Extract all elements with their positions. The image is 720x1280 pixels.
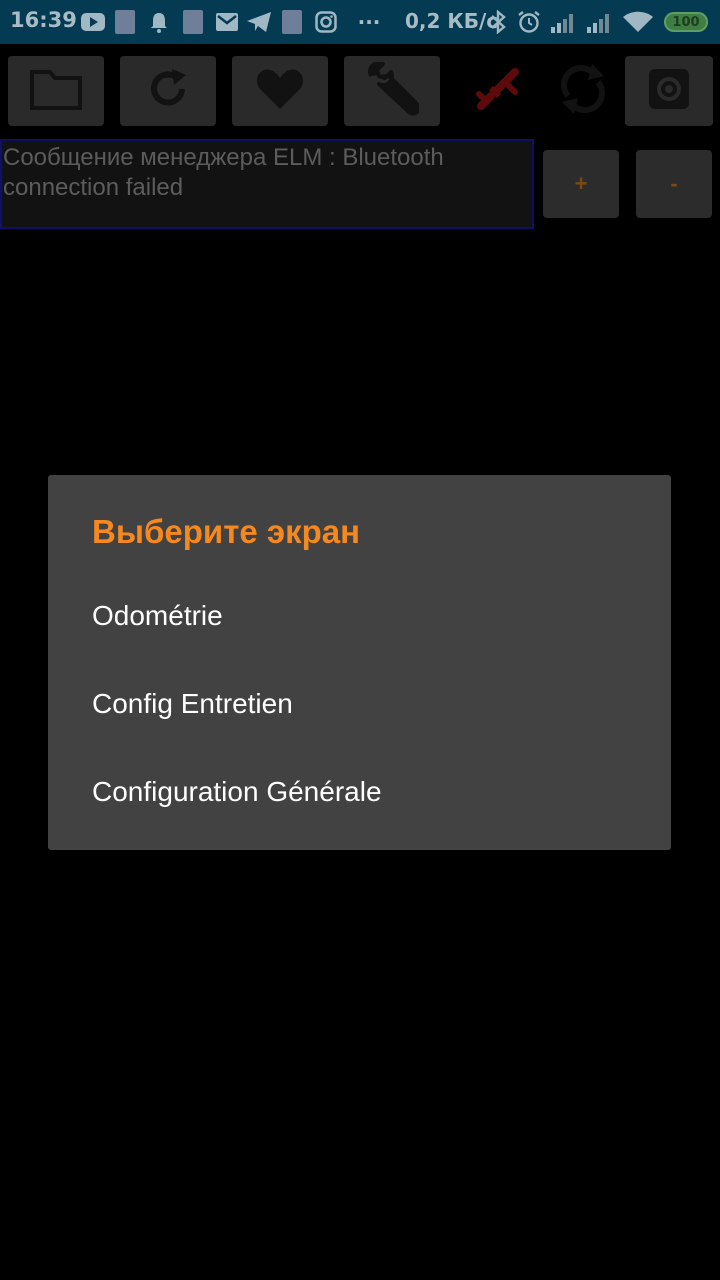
wrench-icon	[365, 61, 421, 120]
select-screen-dialog: Выберите экран Odométrie Config Entretie…	[48, 475, 671, 850]
clock: 16:39	[10, 8, 77, 32]
app-badge-icon	[182, 10, 204, 34]
connection-status-button[interactable]	[450, 56, 546, 126]
refresh-button[interactable]	[120, 56, 216, 126]
dialog-title: Выберите экран	[92, 513, 361, 550]
signal-icon	[550, 10, 578, 34]
sync-button[interactable]	[535, 56, 631, 126]
app-badge-icon	[114, 10, 136, 34]
elm-message-text: Сообщение менеджера ELM : Bluetooth conn…	[3, 144, 444, 201]
dialog-item-configuration-generale[interactable]: Configuration Générale	[48, 748, 671, 836]
bluetooth-icon	[488, 10, 508, 34]
zoom-out-button[interactable]: -	[636, 150, 712, 218]
dialog-item-config-entretien[interactable]: Config Entretien	[48, 660, 671, 748]
settings-icon	[647, 67, 691, 115]
youtube-icon	[81, 10, 105, 34]
alarm-icon	[516, 10, 542, 34]
tools-button[interactable]	[344, 56, 440, 126]
signal-icon	[586, 10, 614, 34]
sync-icon	[558, 62, 608, 120]
gmail-icon	[215, 10, 239, 34]
bell-icon	[148, 10, 170, 34]
wifi-icon	[623, 10, 653, 34]
folder-icon	[30, 68, 82, 114]
instagram-icon	[314, 10, 338, 34]
telegram-icon	[247, 10, 271, 34]
more-notifications-indicator: ···	[357, 10, 381, 34]
status-bar: 16:39 ··· 0,2 КБ/с 100	[0, 0, 720, 44]
refresh-icon	[146, 67, 190, 115]
favorites-button[interactable]	[232, 56, 328, 126]
network-speed: 0,2 КБ/с	[405, 9, 499, 33]
folder-button[interactable]	[8, 56, 104, 126]
connection-error-icon	[475, 66, 521, 116]
settings-button[interactable]	[625, 56, 713, 126]
battery-icon: 100	[664, 12, 708, 32]
heart-icon	[255, 67, 305, 115]
app-badge-icon	[281, 10, 303, 34]
zoom-in-button[interactable]: +	[543, 150, 619, 218]
dialog-item-odometrie[interactable]: Odométrie	[48, 572, 671, 660]
elm-message-box: Сообщение менеджера ELM : Bluetooth conn…	[0, 139, 534, 229]
